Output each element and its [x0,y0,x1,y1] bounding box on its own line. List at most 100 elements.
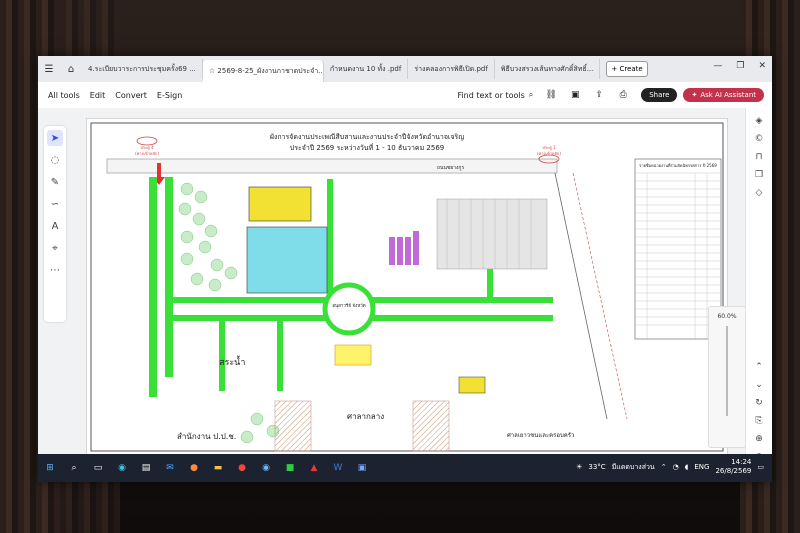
pen-tool-icon[interactable]: ✎ [47,174,63,190]
clock-time: 14:24 [731,458,752,466]
explorer-icon[interactable]: ▬ [210,460,226,476]
tab-label: 4.ระเบียบวาระการประชุมครั้ง69 ... [88,64,196,73]
edit-menu[interactable]: Edit [90,91,106,100]
home-icon[interactable]: ⌂ [63,61,79,77]
star-icon[interactable]: ☆ [209,67,215,75]
scroll-up-icon[interactable]: ⌃ [755,362,763,372]
find-tools[interactable]: Find text or tools ⌕ [457,90,533,100]
esign-menu[interactable]: E-Sign [157,91,182,100]
layers-icon[interactable]: ◇ [756,188,763,198]
upload-icon[interactable]: ⇪ [592,88,606,102]
ai-icon: ✦ [691,91,698,99]
toolbar: All tools Edit Convert E-Sign Find text … [38,82,772,109]
weather-icon: ☀ [576,463,583,471]
line-icon[interactable]: ■ [282,460,298,476]
word-icon[interactable]: W [330,460,346,476]
store-icon[interactable]: ▤ [138,460,154,476]
zoom-percent: 60.0% [717,313,737,320]
restore-icon[interactable]: ❐ [736,61,744,71]
ai-assistant-button[interactable]: ✦ Ask AI Assistant [683,88,764,102]
weather-temp[interactable]: 33°C [588,463,605,471]
scroll-down-icon[interactable]: ⌄ [755,380,763,390]
bookmark-icon[interactable]: ⊓ [755,152,762,162]
tab-5[interactable]: พิธีบวงสรวงเส้นทางศักดิ์สิทธิ์... [495,59,601,79]
ai-label: Ask AI Assistant [700,91,756,99]
app-icon[interactable]: ▣ [354,460,370,476]
refresh-icon[interactable]: ↻ [755,398,763,408]
firefox-icon[interactable]: ● [186,460,202,476]
media-icon[interactable]: ● [234,460,250,476]
tab-active[interactable]: ☆ 2569-8-25_ผังงานกาชาดประจำ... ✕ [202,60,324,82]
tab-label: กำหนดงาน 10 ทั้ง .pdf [329,64,402,73]
convert-menu[interactable]: Convert [115,91,147,100]
clock-date: 26/8/2569 [715,467,752,475]
text-tool-icon[interactable]: A [47,218,63,234]
tab-3[interactable]: กำหนดงาน 10 ทั้ง .pdf [324,59,409,79]
wifi-icon[interactable]: ◔ [673,463,679,471]
weather-desc: มีแดดบางส่วน [611,462,655,471]
select-tool-icon[interactable]: ➤ [47,130,63,146]
roundabout [322,282,376,336]
stamp-tool-icon[interactable]: ⌖ [47,240,63,256]
share-link-icon[interactable]: ⛓ [544,88,558,102]
zoom-slider[interactable] [726,326,728,416]
export-icon[interactable]: ⎘ [755,416,762,426]
hatched-zone-2 [412,400,450,452]
blue-zone [246,226,328,294]
tab-4[interactable]: ร่างคลองการพิธีเปิด.pdf [408,59,495,79]
zoom-control[interactable]: 60.0% [708,306,746,448]
save-icon[interactable]: ▣ [568,88,582,102]
clock[interactable]: 14:24 26/8/2569 [715,458,751,476]
search-icon[interactable]: ⌕ [66,460,82,476]
acrobat-icon[interactable]: ▲ [306,460,322,476]
all-tools-menu[interactable]: All tools [48,91,80,100]
share-button[interactable]: Share [641,88,678,102]
small-building [458,376,486,394]
close-window-icon[interactable]: ✕ [758,61,766,71]
mail-icon[interactable]: ✉ [162,460,178,476]
right-rail: ◈ © ⊓ ❒ ◇ ⌃ ⌄ ↻ ⎘ ⊕ ⊖ [745,108,772,462]
tab-bar: ☰ ⌂ 4.ระเบียบวาระการประชุมครั้ง69 ... ☆ … [38,56,772,82]
comment-tool-icon[interactable]: ◌ [47,152,63,168]
info-box [334,344,372,366]
zoom-in-icon[interactable]: ⊕ [755,434,763,444]
browser-icon[interactable]: ◉ [258,460,274,476]
yellow-building [248,186,312,222]
ai-panel-icon[interactable]: ◈ [756,116,763,126]
task-view-icon[interactable]: ▭ [90,460,106,476]
language-indicator[interactable]: ENG [694,463,709,471]
tab-1[interactable]: 4.ระเบียบวาระการประชุมครั้ง69 ... [82,59,203,79]
find-label: Find text or tools [457,90,525,100]
legend-title: รายชื่อหน่วยงานที่ร่วมจัดนิทรรศการ ปี 25… [639,163,717,168]
road-label: ถนนชยางกูร [437,165,464,171]
map-subtitle: ประจำปี 2569 ระหว่างวันที่ 1 - 10 ธันวาค… [290,143,445,152]
walkway-left-2 [165,177,173,377]
menu-icon[interactable]: ☰ [41,61,57,77]
volume-icon[interactable]: ◖ [685,463,689,471]
gate4-sub: (ทางเข้าหลัก) [135,151,159,156]
lasso-tool-icon[interactable]: ∽ [47,196,63,212]
notification-icon[interactable]: ▭ [757,463,764,471]
tray-overflow-icon[interactable]: ⌃ [661,463,667,471]
comment-panel-icon[interactable]: © [755,134,764,144]
left-toolbar: ➤ ◌ ✎ ∽ A ⌖ ⋯ [44,126,66,322]
hatched-zone-1 [274,400,312,452]
more-tools-icon[interactable]: ⋯ [47,262,63,278]
top-road [106,158,558,174]
pages-icon[interactable]: ❒ [755,170,763,180]
gate1-sub: (ทางเข้าหลัก) [537,151,561,156]
office-label: สำนักงาน ป.ป.ช. [177,432,236,441]
edge-icon[interactable]: ◉ [114,460,130,476]
map-title: ผังการจัดงานประเพณีสืบสานและงานประจำปีจั… [270,133,464,141]
tab-label: พิธีบวงสรวงเส้นทางศักดิ์สิทธิ์... [500,64,594,73]
walkway-vertical [219,321,225,391]
court-label: ศาลเยาวชนและครอบครัว [507,432,574,439]
print-icon[interactable]: ⎙ [616,88,630,102]
windows-start-icon[interactable]: ⊞ [42,460,58,476]
search-icon[interactable]: ⌕ [529,90,533,100]
projected-screen: ☰ ⌂ 4.ระเบียบวาระการประชุมครั้ง69 ... ☆ … [38,56,772,482]
minimize-icon[interactable]: — [713,61,722,71]
create-button[interactable]: + Create [606,61,648,77]
window-controls: — ❐ ✕ [713,61,766,71]
city-hall-label: ศาลากลาง [347,412,384,421]
